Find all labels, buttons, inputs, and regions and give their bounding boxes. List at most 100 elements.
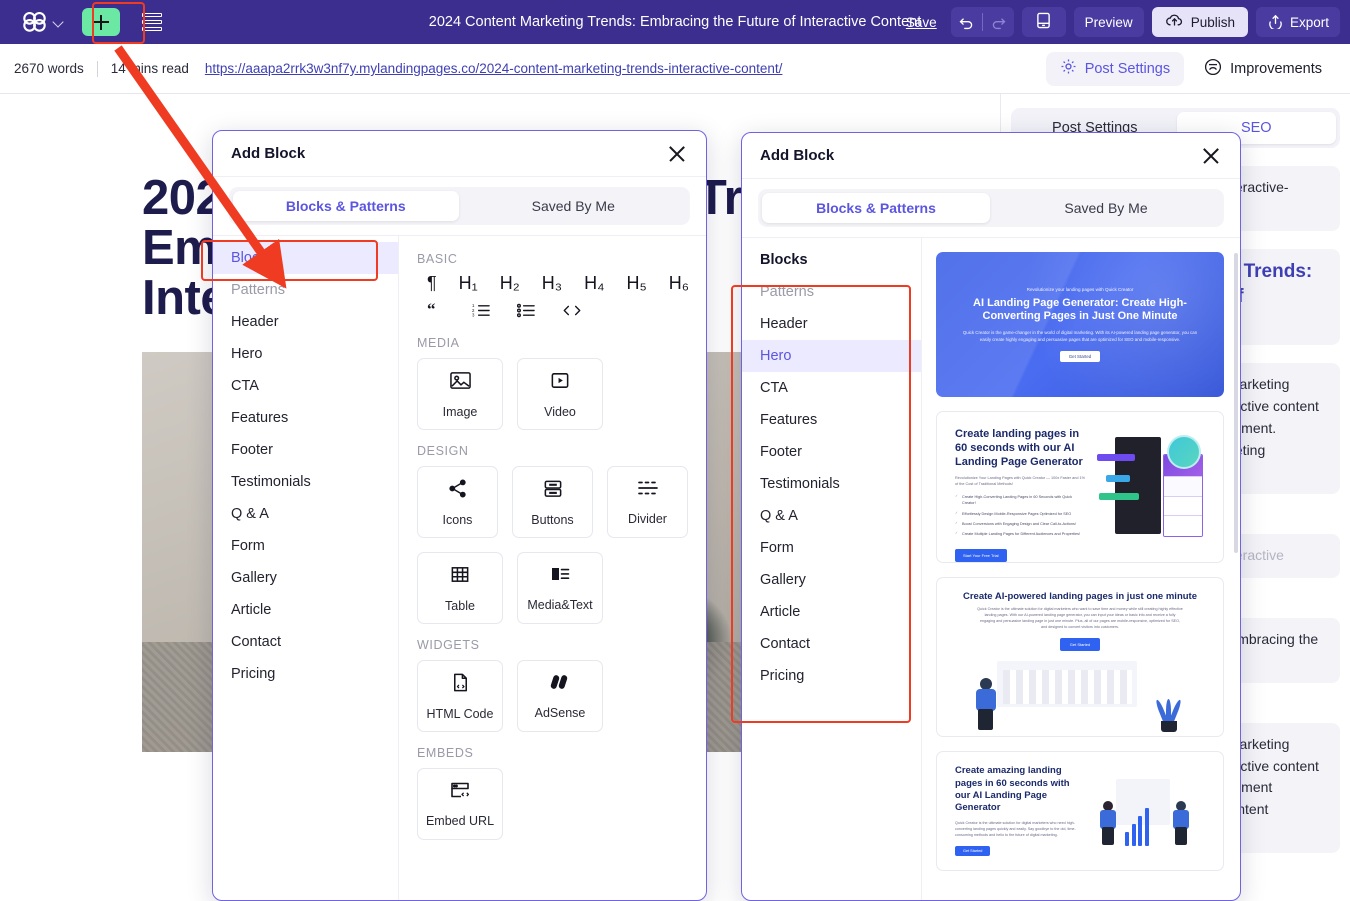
sidebar-item-header[interactable]: Header xyxy=(742,308,921,340)
sidebar-item-qa[interactable]: Q & A xyxy=(742,500,921,532)
block-card-label: Table xyxy=(445,599,475,613)
heading-4-icon[interactable]: H₄ xyxy=(584,274,604,292)
improvements-tab[interactable]: Improvements xyxy=(1190,52,1336,86)
sidebar-item-footer[interactable]: Footer xyxy=(213,434,398,466)
sidebar-item-hero[interactable]: Hero xyxy=(213,338,398,370)
post-settings-label: Post Settings xyxy=(1085,61,1170,77)
pattern-preview-pane: Revolutionize your landing pages with Qu… xyxy=(922,238,1240,900)
tab-saved-by-me[interactable]: Saved By Me xyxy=(461,191,687,221)
pattern-thumbnail[interactable]: Create amazing landing pages in 60 secon… xyxy=(936,751,1224,871)
read-time: 14 mins read xyxy=(111,61,189,76)
list-item: Boost Conversions with Engaging Design a… xyxy=(955,521,1085,527)
modal-b-title: Add Block xyxy=(760,147,834,164)
section-label-design: DESIGN xyxy=(417,444,688,458)
modal-a-tabs: Blocks & Patterns Saved By Me xyxy=(213,177,706,236)
block-card-image[interactable]: Image xyxy=(417,358,503,430)
block-card-embed-url[interactable]: Embed URL xyxy=(417,768,503,840)
section-label-media: MEDIA xyxy=(417,336,688,350)
meta-bar-actions: Post Settings Improvements xyxy=(1046,52,1350,86)
list-layers-icon[interactable] xyxy=(142,13,162,32)
tab-blocks-and-patterns[interactable]: Blocks & Patterns xyxy=(233,191,459,221)
face-smile-icon xyxy=(1204,58,1222,80)
sidebar-group-patterns: Patterns xyxy=(213,274,398,306)
add-block-button[interactable] xyxy=(82,8,120,36)
clover-logo-icon xyxy=(22,11,48,33)
code-icon[interactable] xyxy=(562,302,582,322)
bullet-list-icon[interactable] xyxy=(517,302,536,322)
block-card-table[interactable]: Table xyxy=(417,552,503,624)
block-card-html-code[interactable]: HTML Code xyxy=(417,660,503,732)
share-nodes-icon xyxy=(447,478,469,504)
media-card-row: Image Video xyxy=(417,358,688,430)
pattern-thumbnail[interactable]: Revolutionize your landing pages with Qu… xyxy=(936,252,1224,397)
sidebar-item-gallery[interactable]: Gallery xyxy=(742,564,921,596)
buttons-icon xyxy=(542,478,564,504)
sidebar-item-cta[interactable]: CTA xyxy=(742,372,921,404)
device-preview-icon xyxy=(1036,12,1051,32)
sidebar-item-cta[interactable]: CTA xyxy=(213,370,398,402)
pattern-cta-button: Get Started xyxy=(955,846,990,856)
pattern-thumbnail[interactable]: Create AI-powered landing pages in just … xyxy=(936,577,1224,737)
heading-6-icon[interactable]: H₆ xyxy=(669,274,689,292)
tab-blocks-and-patterns[interactable]: Blocks & Patterns xyxy=(762,193,990,223)
export-label: Export xyxy=(1290,15,1329,30)
block-card-label: Video xyxy=(544,405,576,419)
sidebar-item-blocks[interactable]: Blocks xyxy=(213,242,398,274)
block-card-buttons[interactable]: Buttons xyxy=(512,466,593,538)
close-icon[interactable] xyxy=(666,143,688,165)
block-card-divider[interactable]: Divider xyxy=(607,466,688,538)
heading-1-icon[interactable]: H₁ xyxy=(459,274,478,292)
pattern-cta-button: Get Started xyxy=(1060,638,1100,651)
quote-icon[interactable]: “ xyxy=(427,302,446,322)
block-card-label: HTML Code xyxy=(427,707,494,721)
tab-saved-by-me[interactable]: Saved By Me xyxy=(992,193,1220,223)
device-preview-button[interactable] xyxy=(1022,7,1066,37)
pattern-illustration xyxy=(1095,428,1205,546)
redo-button[interactable] xyxy=(983,7,1014,37)
sidebar-item-qa[interactable]: Q & A xyxy=(213,498,398,530)
publish-button[interactable]: Publish xyxy=(1152,7,1248,37)
preview-button[interactable]: Preview xyxy=(1074,7,1144,37)
sidebar-item-footer[interactable]: Footer xyxy=(742,436,921,468)
close-icon[interactable] xyxy=(1200,145,1222,167)
paragraph-icon[interactable]: ¶ xyxy=(427,274,437,292)
block-card-media-text[interactable]: Media&Text xyxy=(517,552,603,624)
sidebar-item-form[interactable]: Form xyxy=(742,532,921,564)
modal-b-sidebar: Blocks Patterns Header Hero CTA Features… xyxy=(742,238,922,900)
save-button[interactable]: Save xyxy=(906,15,937,30)
app-root: 2024 Content Marketing Trends: Embracing… xyxy=(0,0,1350,901)
sidebar-item-testimonials[interactable]: Testimonials xyxy=(742,468,921,500)
heading-5-icon[interactable]: H₅ xyxy=(626,274,646,292)
gear-icon xyxy=(1060,58,1077,79)
sidebar-item-features[interactable]: Features xyxy=(213,402,398,434)
sidebar-item-form[interactable]: Form xyxy=(213,530,398,562)
app-logo-button[interactable] xyxy=(0,0,74,44)
block-card-adsense[interactable]: AdSense xyxy=(517,660,603,732)
list-item: Effortlessly Design Mobile-Responsive Pa… xyxy=(955,511,1085,517)
heading-2-icon[interactable]: H₂ xyxy=(500,274,520,292)
post-settings-tab[interactable]: Post Settings xyxy=(1046,52,1184,86)
pattern-thumbnail[interactable]: Create landing pages in 60 seconds with … xyxy=(936,411,1224,563)
sidebar-item-blocks[interactable]: Blocks xyxy=(742,244,921,276)
pattern-pane-scrollbar[interactable] xyxy=(1234,253,1238,553)
sidebar-item-contact[interactable]: Contact xyxy=(213,626,398,658)
export-button[interactable]: Export xyxy=(1256,7,1340,37)
sidebar-item-article[interactable]: Article xyxy=(213,594,398,626)
sidebar-item-pricing[interactable]: Pricing xyxy=(742,660,921,692)
sidebar-item-pricing[interactable]: Pricing xyxy=(213,658,398,690)
sidebar-item-header[interactable]: Header xyxy=(213,306,398,338)
sidebar-item-article[interactable]: Article xyxy=(742,596,921,628)
undo-button[interactable] xyxy=(951,7,982,37)
heading-3-icon[interactable]: H₃ xyxy=(542,274,562,292)
ordered-list-icon[interactable]: 1 2 3 xyxy=(472,302,491,322)
section-label-embeds: EMBEDS xyxy=(417,746,688,760)
block-card-icons[interactable]: Icons xyxy=(417,466,498,538)
sidebar-item-features[interactable]: Features xyxy=(742,404,921,436)
sidebar-item-gallery[interactable]: Gallery xyxy=(213,562,398,594)
modal-a-header: Add Block xyxy=(213,131,706,177)
sidebar-item-contact[interactable]: Contact xyxy=(742,628,921,660)
sidebar-item-hero[interactable]: Hero xyxy=(742,340,921,372)
block-card-video[interactable]: Video xyxy=(517,358,603,430)
sidebar-item-testimonials[interactable]: Testimonials xyxy=(213,466,398,498)
page-url-link[interactable]: https://aaapa2rrk3w3nf7y.mylandingpages.… xyxy=(205,61,783,76)
